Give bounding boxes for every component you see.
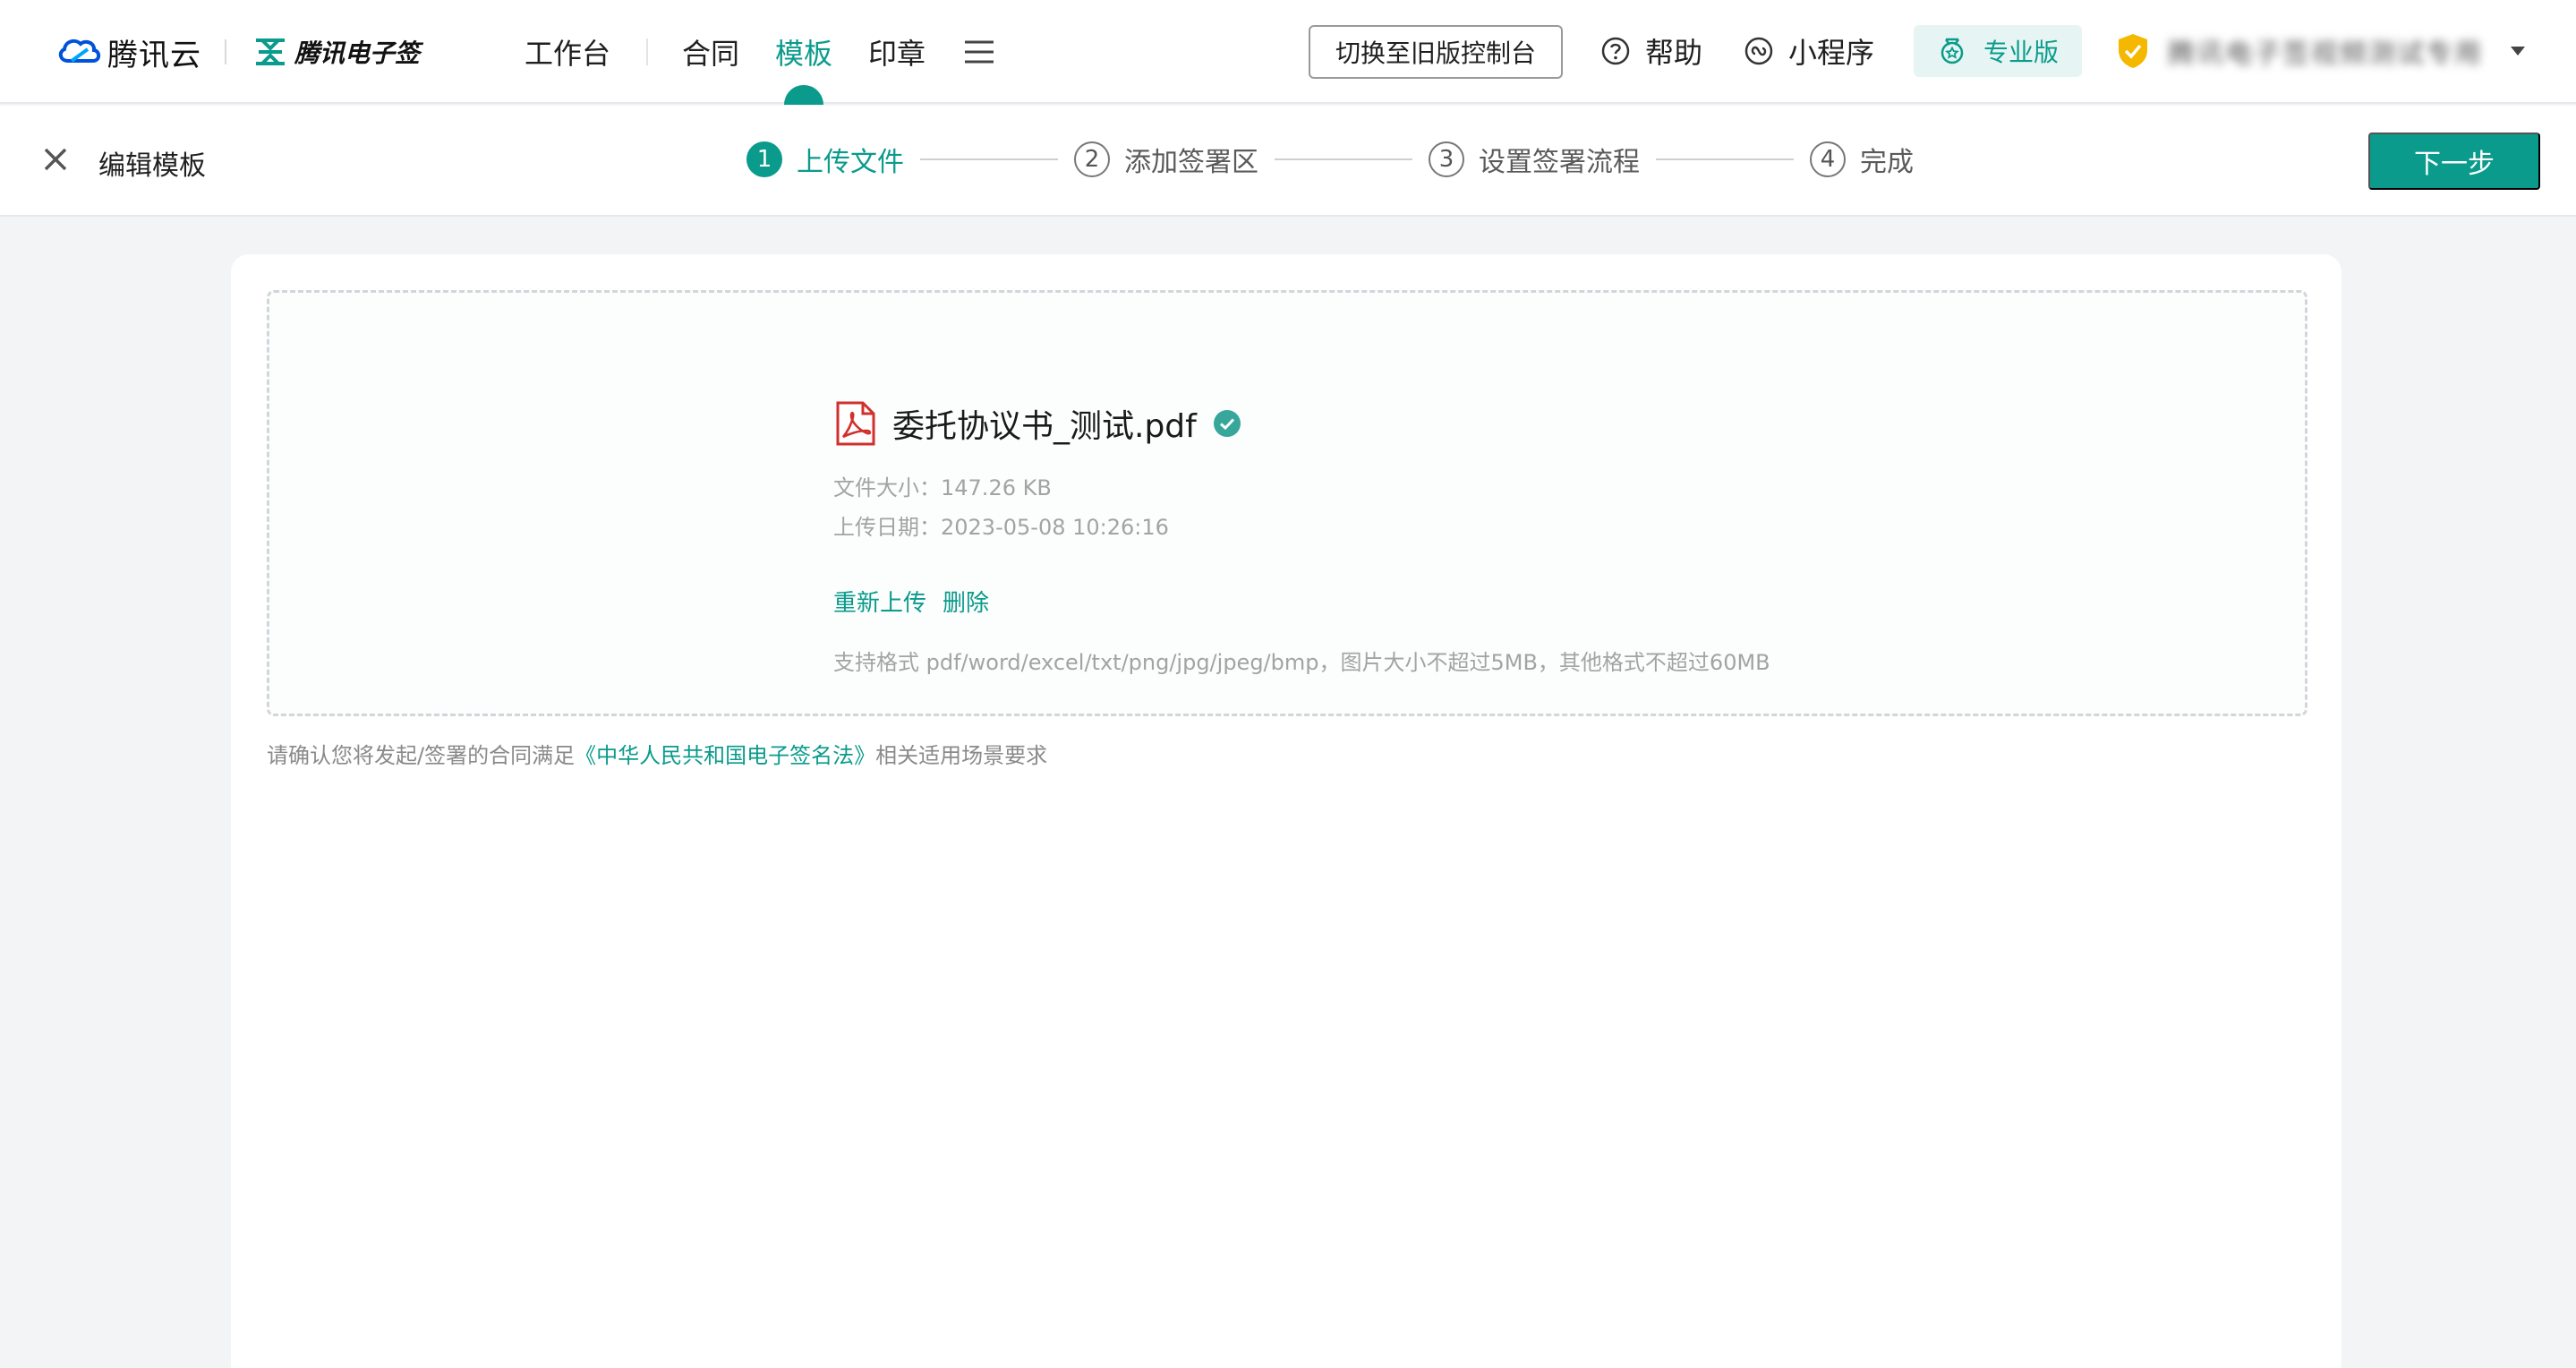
tencent-cloud-logo-icon xyxy=(58,38,101,63)
step-label: 完成 xyxy=(1860,147,1914,178)
miniprogram-icon xyxy=(1744,37,1773,65)
pdf-file-icon xyxy=(836,401,875,446)
upload-success-check-icon xyxy=(1213,410,1241,437)
file-meta: 文件大小： 147.26 KB 上传日期： 2023-05-08 10:26:1… xyxy=(833,468,1770,547)
page-title: 编辑模板 xyxy=(98,150,206,182)
supported-formats-hint: 支持格式 pdf/word/excel/txt/png/jpg/jpeg/bmp… xyxy=(833,650,1770,675)
file-size-label: 文件大小： xyxy=(833,475,941,500)
hamburger-menu-icon[interactable] xyxy=(963,38,995,65)
top-navbar: 腾讯云 腾讯电子签 工作台 合同 模板 印章 切换至旧版控制台 帮助 小程序 专… xyxy=(0,0,2576,105)
step-connector xyxy=(1656,158,1794,160)
upload-card: 委托协议书_测试.pdf 文件大小： 147.26 KB 上传日期： 2023-… xyxy=(231,254,2341,1368)
pro-edition-label: 专业版 xyxy=(1983,38,2059,67)
esign-law-link[interactable]: 《中华人民共和国电子签名法》 xyxy=(575,743,875,768)
nav-seal[interactable]: 印章 xyxy=(868,31,925,73)
upload-dropzone[interactable]: 委托协议书_测试.pdf 文件大小： 147.26 KB 上传日期： 2023-… xyxy=(267,290,2307,716)
account-switcher[interactable]: 腾讯电子签视频测试专用 xyxy=(2116,27,2526,75)
reupload-link[interactable]: 重新上传 xyxy=(833,585,926,618)
step-number: 1 xyxy=(746,141,782,177)
help-link[interactable]: 帮助 xyxy=(1600,29,1702,73)
brand-divider xyxy=(225,39,226,64)
step-number: 2 xyxy=(1074,141,1110,177)
file-actions: 重新上传 删除 xyxy=(833,585,1770,618)
esign-product-name: 腾讯电子签 xyxy=(294,38,421,68)
legal-notice: 请确认您将发起/签署的合同满足《中华人民共和国电子签名法》相关适用场景要求 xyxy=(267,738,1047,769)
step-label: 设置签署流程 xyxy=(1479,147,1640,178)
step-sign-flow: 3 设置签署流程 xyxy=(1429,140,1640,179)
step-connector xyxy=(920,158,1058,160)
nav-contract[interactable]: 合同 xyxy=(682,31,739,73)
file-name: 委托协议书_测试.pdf xyxy=(892,408,1197,445)
step-header: 编辑模板 1 上传文件 2 添加签署区 3 设置签署流程 4 完成 下一步 xyxy=(0,106,2576,217)
miniprogram-link[interactable]: 小程序 xyxy=(1744,29,1874,73)
step-label: 上传文件 xyxy=(797,147,904,178)
nav-divider xyxy=(646,38,649,65)
tencent-cloud-name: 腾讯云 xyxy=(107,37,201,73)
upload-date-value: 2023-05-08 10:26:16 xyxy=(941,515,1169,540)
pro-edition-badge[interactable]: 专业版 xyxy=(1914,25,2082,77)
account-name: 腾讯电子签视频测试专用 xyxy=(2168,38,2483,70)
help-label: 帮助 xyxy=(1645,36,1703,70)
upload-date-row: 上传日期： 2023-05-08 10:26:16 xyxy=(833,508,1770,547)
brand[interactable]: 腾讯云 腾讯电子签 xyxy=(55,30,420,73)
step-connector xyxy=(1275,158,1412,160)
notice-prefix: 请确认您将发起/签署的合同满足 xyxy=(267,743,576,768)
next-step-button[interactable]: 下一步 xyxy=(2368,133,2540,190)
file-size-value: 147.26 KB xyxy=(941,475,1052,500)
delete-link[interactable]: 删除 xyxy=(943,585,989,618)
caret-down-icon xyxy=(2511,47,2525,56)
help-icon xyxy=(1601,37,1630,65)
nav-workbench[interactable]: 工作台 xyxy=(525,31,610,73)
upload-date-label: 上传日期： xyxy=(833,515,941,540)
switch-old-console-button[interactable]: 切换至旧版控制台 xyxy=(1309,25,1563,79)
step-indicator: 1 上传文件 2 添加签署区 3 设置签署流程 4 完成 xyxy=(746,140,1914,179)
medal-icon xyxy=(1941,38,1964,64)
file-title-row: 委托协议书_测试.pdf xyxy=(833,400,1770,447)
verified-shield-icon xyxy=(2119,34,2147,68)
file-size-row: 文件大小： 147.26 KB xyxy=(833,468,1770,508)
close-icon[interactable] xyxy=(41,145,70,174)
step-number: 4 xyxy=(1810,141,1846,177)
miniprogram-label: 小程序 xyxy=(1788,36,1875,70)
step-number: 3 xyxy=(1429,141,1464,177)
esign-logo-icon xyxy=(256,38,285,65)
step-add-sign-area: 2 添加签署区 xyxy=(1074,140,1258,179)
notice-suffix: 相关适用场景要求 xyxy=(875,743,1048,768)
step-label: 添加签署区 xyxy=(1124,147,1258,178)
main-nav: 工作台 合同 模板 印章 xyxy=(525,27,995,105)
step-upload: 1 上传文件 xyxy=(746,140,904,179)
step-finish: 4 完成 xyxy=(1810,140,1914,179)
uploaded-file-info: 委托协议书_测试.pdf 文件大小： 147.26 KB 上传日期： 2023-… xyxy=(833,400,1770,676)
nav-template[interactable]: 模板 xyxy=(775,31,832,105)
